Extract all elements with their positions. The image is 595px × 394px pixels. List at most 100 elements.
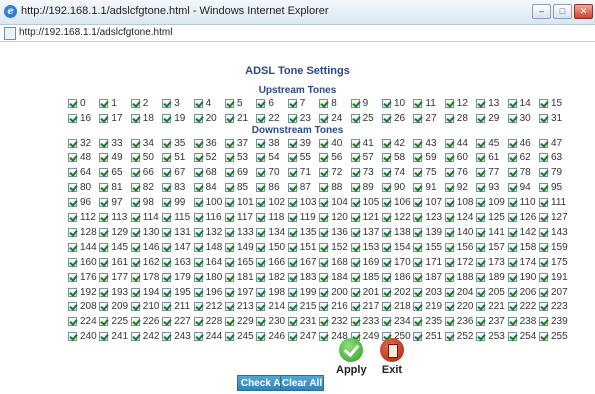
tone-checkbox-195[interactable]: 195 [162, 286, 191, 298]
checkbox-checked-icon[interactable] [287, 272, 297, 282]
tone-checkbox-213[interactable]: 213 [225, 301, 254, 313]
tone-checkbox-48[interactable]: 48 [68, 152, 91, 164]
checkbox-checked-icon[interactable] [413, 138, 423, 148]
checkbox-checked-icon[interactable] [99, 332, 109, 342]
checkbox-checked-icon[interactable] [539, 153, 548, 163]
tone-checkbox-125[interactable]: 125 [476, 212, 505, 224]
tone-checkbox-200[interactable]: 200 [319, 286, 348, 298]
checkbox-checked-icon[interactable] [256, 168, 266, 178]
checkbox-checked-icon[interactable] [130, 272, 140, 282]
checkbox-checked-icon[interactable] [287, 153, 297, 163]
tone-checkbox-190[interactable]: 190 [507, 271, 536, 283]
tone-checkbox-66[interactable]: 66 [130, 167, 154, 179]
checkbox-checked-icon[interactable] [507, 198, 517, 208]
checkbox-checked-icon[interactable] [68, 257, 77, 267]
checkbox-checked-icon[interactable] [256, 302, 266, 312]
checkbox-checked-icon[interactable] [444, 138, 454, 148]
tone-checkbox-67[interactable]: 67 [162, 167, 185, 179]
tone-checkbox-244[interactable]: 244 [193, 331, 222, 343]
tone-checkbox-207[interactable]: 207 [539, 286, 568, 298]
checkbox-checked-icon[interactable] [382, 257, 391, 267]
tone-checkbox-3[interactable]: 3 [162, 97, 180, 109]
checkbox-checked-icon[interactable] [507, 227, 517, 237]
tone-checkbox-148[interactable]: 148 [193, 241, 222, 253]
checkbox-checked-icon[interactable] [99, 213, 109, 222]
checkbox-checked-icon[interactable] [162, 242, 172, 252]
tone-checkbox-17[interactable]: 17 [99, 112, 123, 124]
checkbox-checked-icon[interactable] [225, 317, 234, 327]
checkbox-checked-icon[interactable] [319, 168, 329, 178]
tone-checkbox-233[interactable]: 233 [350, 316, 379, 328]
checkbox-checked-icon[interactable] [413, 113, 423, 123]
tone-checkbox-42[interactable]: 42 [382, 137, 405, 149]
checkbox-checked-icon[interactable] [130, 168, 140, 178]
tone-checkbox-26[interactable]: 26 [382, 112, 405, 124]
tone-checkbox-41[interactable]: 41 [350, 137, 374, 149]
checkbox-checked-icon[interactable] [444, 302, 454, 312]
tone-checkbox-201[interactable]: 201 [350, 286, 379, 298]
tone-checkbox-145[interactable]: 145 [99, 241, 128, 253]
checkbox-checked-icon[interactable] [350, 198, 360, 208]
tone-checkbox-176[interactable]: 176 [68, 271, 97, 283]
checkbox-checked-icon[interactable] [225, 113, 234, 123]
checkbox-checked-icon[interactable] [507, 272, 517, 282]
checkbox-checked-icon[interactable] [162, 113, 172, 123]
tone-checkbox-155[interactable]: 155 [413, 241, 442, 253]
tone-checkbox-223[interactable]: 223 [539, 301, 568, 313]
tone-checkbox-73[interactable]: 73 [350, 167, 374, 179]
tone-checkbox-156[interactable]: 156 [444, 241, 473, 253]
checkbox-checked-icon[interactable] [319, 242, 329, 252]
checkbox-checked-icon[interactable] [476, 213, 486, 222]
checkbox-checked-icon[interactable] [444, 168, 454, 178]
tone-checkbox-114[interactable]: 114 [130, 212, 159, 224]
tone-checkbox-167[interactable]: 167 [287, 256, 316, 268]
checkbox-checked-icon[interactable] [507, 287, 517, 297]
checkbox-checked-icon[interactable] [444, 287, 454, 297]
checkbox-checked-icon[interactable] [382, 287, 391, 297]
tone-checkbox-87[interactable]: 87 [287, 182, 311, 194]
tone-checkbox-95[interactable]: 95 [539, 182, 562, 194]
checkbox-checked-icon[interactable] [350, 317, 360, 327]
tone-checkbox-157[interactable]: 157 [476, 241, 505, 253]
tone-checkbox-128[interactable]: 128 [68, 226, 97, 238]
checkbox-checked-icon[interactable] [539, 272, 548, 282]
tone-checkbox-209[interactable]: 209 [99, 301, 128, 313]
checkbox-checked-icon[interactable] [350, 227, 360, 237]
tone-checkbox-211[interactable]: 211 [162, 301, 190, 313]
tone-checkbox-160[interactable]: 160 [68, 256, 97, 268]
checkbox-checked-icon[interactable] [444, 213, 454, 222]
checkbox-checked-icon[interactable] [413, 332, 423, 342]
checkbox-checked-icon[interactable] [539, 317, 548, 327]
checkbox-checked-icon[interactable] [193, 113, 203, 123]
tone-checkbox-10[interactable]: 10 [382, 97, 405, 109]
tone-checkbox-92[interactable]: 92 [444, 182, 468, 194]
tone-checkbox-69[interactable]: 69 [225, 167, 248, 179]
tone-checkbox-70[interactable]: 70 [256, 167, 280, 179]
checkbox-checked-icon[interactable] [287, 242, 297, 252]
checkbox-checked-icon[interactable] [68, 287, 77, 297]
tone-checkbox-127[interactable]: 127 [539, 212, 568, 224]
tone-checkbox-174[interactable]: 174 [507, 256, 536, 268]
checkbox-checked-icon[interactable] [476, 242, 486, 252]
tone-checkbox-122[interactable]: 122 [382, 212, 411, 224]
checkbox-checked-icon[interactable] [68, 198, 77, 208]
tone-checkbox-105[interactable]: 105 [350, 197, 379, 209]
tone-checkbox-173[interactable]: 173 [476, 256, 505, 268]
tone-checkbox-76[interactable]: 76 [444, 167, 468, 179]
checkbox-checked-icon[interactable] [287, 183, 297, 193]
checkbox-checked-icon[interactable] [413, 317, 423, 327]
tone-checkbox-77[interactable]: 77 [476, 167, 499, 179]
checkbox-checked-icon[interactable] [539, 302, 548, 312]
tone-checkbox-202[interactable]: 202 [382, 286, 411, 298]
tone-checkbox-34[interactable]: 34 [130, 137, 154, 149]
checkbox-checked-icon[interactable] [444, 227, 454, 237]
checkbox-checked-icon[interactable] [162, 168, 172, 178]
tone-checkbox-214[interactable]: 214 [256, 301, 285, 313]
tone-checkbox-228[interactable]: 228 [193, 316, 222, 328]
checkbox-checked-icon[interactable] [539, 257, 548, 267]
checkbox-checked-icon[interactable] [225, 213, 234, 222]
tone-checkbox-29[interactable]: 29 [476, 112, 499, 124]
checkbox-checked-icon[interactable] [162, 198, 172, 208]
tone-checkbox-181[interactable]: 181 [225, 271, 254, 283]
tone-checkbox-45[interactable]: 45 [476, 137, 499, 149]
